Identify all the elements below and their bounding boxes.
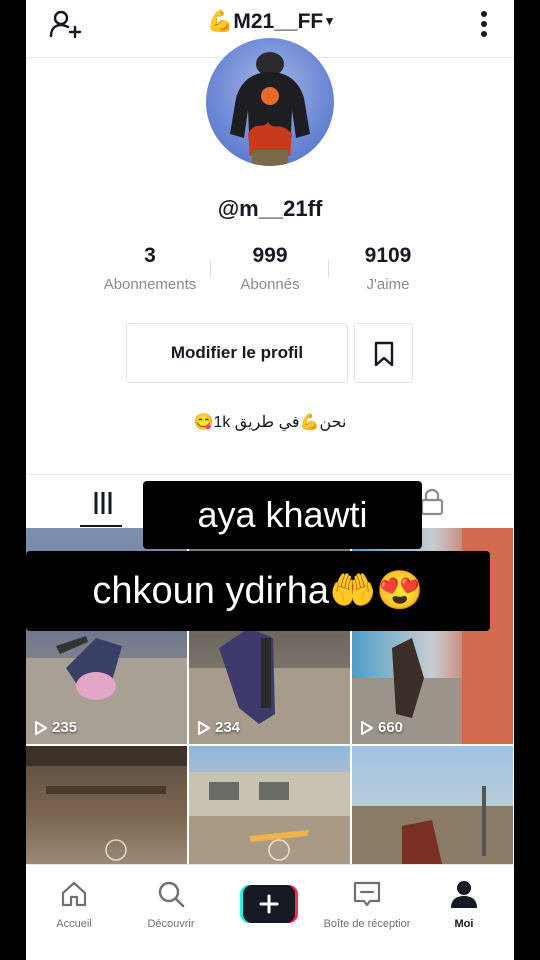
create-video-button[interactable] <box>240 885 298 923</box>
nav-label: Découvrir <box>147 918 195 930</box>
video-thumbnail[interactable] <box>189 746 350 864</box>
stat-likes[interactable]: 9109 J'aime <box>328 244 448 293</box>
videos-grid-icon[interactable] <box>80 489 120 517</box>
chevron-down-icon: ▾ <box>326 13 333 28</box>
play-icon <box>361 720 373 735</box>
favorites-button[interactable] <box>354 323 413 383</box>
nav-label: Moi <box>454 918 474 930</box>
view-count-label: 234 <box>215 719 241 736</box>
nav-discover[interactable]: Découvrir <box>116 879 226 930</box>
video-thumbnail[interactable] <box>352 746 513 864</box>
view-count-label: 660 <box>378 719 404 736</box>
profile-bio: نحن💪في طريق 1k😋 <box>193 414 347 431</box>
view-count: 234 <box>197 719 240 736</box>
profile-icon <box>451 881 477 908</box>
inbox-icon <box>353 881 381 907</box>
account-name: 💪M21__FF <box>207 10 324 33</box>
view-count: 235 <box>34 719 77 736</box>
home-icon <box>61 881 87 907</box>
video-thumbnail[interactable] <box>26 746 187 864</box>
view-count: 660 <box>360 719 403 736</box>
active-tab-indicator <box>80 525 122 527</box>
stat-following[interactable]: 3 Abonnements <box>90 244 210 293</box>
nav-profile[interactable]: Moi <box>409 879 514 930</box>
bottom-nav: Accueil Découvrir Boîte de réceptior Moi <box>26 864 514 960</box>
account-switcher[interactable]: 💪M21__FF ▾ <box>26 10 514 34</box>
stat-label: Abonnements <box>103 276 197 293</box>
stat-label: Abonnés <box>240 276 300 293</box>
view-count-label: 235 <box>52 719 78 736</box>
play-icon <box>35 720 47 735</box>
edit-profile-button[interactable]: Modifier le profil <box>126 323 348 383</box>
caption-line-2: chkoun ydirha🤲😍 <box>26 551 490 631</box>
thumbnail-image <box>189 772 350 864</box>
stat-label: J'aime <box>366 276 410 293</box>
avatar-image <box>230 52 310 166</box>
nav-home[interactable]: Accueil <box>26 879 129 930</box>
nav-inbox[interactable]: Boîte de réceptior <box>312 879 422 930</box>
stat-followers[interactable]: 999 Abonnés <box>210 244 330 293</box>
lock-icon[interactable] <box>420 488 444 516</box>
profile-stats: 3 Abonnements 999 Abonnés 9109 J'aime <box>86 244 456 304</box>
thumbnail-image <box>26 746 187 861</box>
nav-label: Accueil <box>56 918 92 930</box>
thumbnail-image <box>352 786 513 864</box>
profile-screen: 💪M21__FF ▾ @m__21ff 3 Abonnements 999 Abo… <box>26 0 514 960</box>
play-icon <box>198 720 210 735</box>
caption-line-1: aya khawti <box>143 481 422 549</box>
username: @m__21ff <box>217 196 323 221</box>
bookmark-icon <box>374 341 394 367</box>
stat-value: 9109 <box>364 244 412 267</box>
more-options-icon[interactable] <box>480 10 488 38</box>
stat-value: 999 <box>252 244 288 267</box>
stat-value: 3 <box>144 244 156 267</box>
search-icon <box>158 881 185 908</box>
nav-label: Boîte de réceptior <box>323 918 411 930</box>
avatar[interactable] <box>206 38 334 166</box>
